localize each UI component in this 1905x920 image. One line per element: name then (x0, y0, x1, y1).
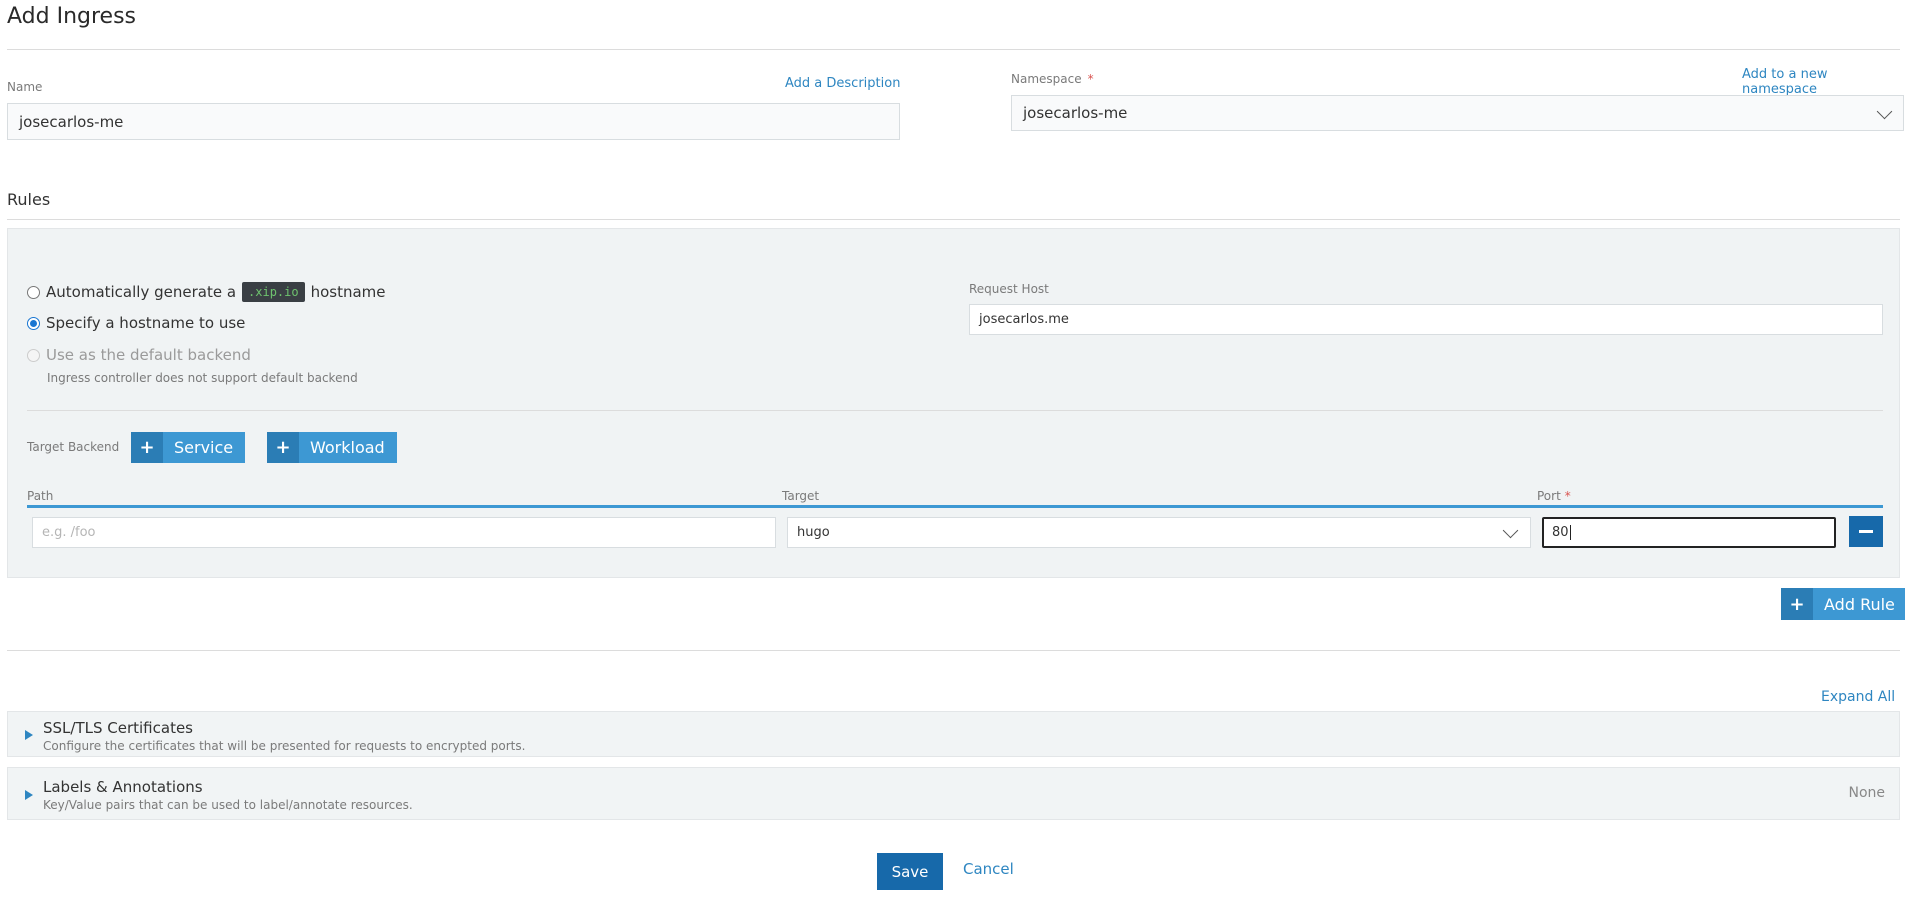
radio-auto-generate[interactable]: Automatically generate a .xip.io hostnam… (27, 282, 386, 302)
text-caret (1569, 525, 1571, 540)
required-mark: * (1087, 72, 1094, 86)
labels-annotations-title: Labels & Annotations (43, 778, 203, 796)
rules-divider (7, 219, 1900, 220)
xip-code-badge: .xip.io (242, 282, 305, 302)
request-host-label: Request Host (969, 282, 1049, 296)
expand-triangle-icon[interactable] (25, 790, 33, 800)
page-title: Add Ingress (7, 4, 137, 29)
radio-auto-label-after: hostname (310, 283, 386, 301)
section-divider (7, 650, 1900, 651)
target-backend-label: Target Backend (27, 440, 120, 454)
default-backend-help: Ingress controller does not support defa… (47, 371, 358, 385)
add-rule-button[interactable]: + Add Rule (1781, 588, 1905, 620)
add-workload-label: Workload (310, 438, 385, 457)
name-input[interactable]: josecarlos-me (7, 103, 900, 140)
add-workload-button[interactable]: + Workload (267, 432, 397, 463)
radio-button-disabled (27, 348, 40, 362)
table-header-underline (27, 505, 1883, 508)
add-service-label: Service (174, 438, 234, 457)
radio-specify-label: Specify a hostname to use (46, 314, 246, 332)
plus-icon: + (267, 432, 299, 463)
port-input-value: 80 (1552, 525, 1569, 540)
path-input[interactable]: e.g. /foo (32, 517, 776, 548)
labels-annotations-section[interactable]: Labels & Annotations Key/Value pairs tha… (7, 767, 1900, 820)
radio-auto-label-before: Automatically generate a (46, 283, 237, 301)
port-column-header: Port * (1537, 489, 1571, 503)
namespace-label: Namespace * (1011, 72, 1094, 86)
path-column-header: Path (27, 489, 54, 503)
chevron-down-icon (1876, 103, 1893, 120)
chevron-down-icon (1502, 522, 1519, 539)
name-label: Name (7, 80, 43, 94)
rules-inner-divider (27, 410, 1883, 411)
add-description-link[interactable]: Add a Description (785, 76, 900, 91)
expand-all-link[interactable]: Expand All (1821, 689, 1895, 705)
namespace-select-value: josecarlos-me (1023, 104, 1128, 122)
target-column-header: Target (782, 489, 820, 503)
header-divider (7, 49, 1900, 50)
port-input[interactable]: 80 (1542, 517, 1836, 548)
radio-default-label: Use as the default backend (46, 346, 251, 364)
add-service-button[interactable]: + Service (131, 432, 246, 463)
required-mark: * (1564, 489, 1571, 503)
labels-annotations-status: None (1848, 785, 1885, 801)
radio-default-backend: Use as the default backend (27, 346, 251, 364)
radio-specify-hostname[interactable]: Specify a hostname to use (27, 314, 245, 332)
ssl-tls-title: SSL/TLS Certificates (43, 719, 193, 737)
save-button[interactable]: Save (877, 853, 943, 890)
namespace-label-text: Namespace (1011, 72, 1082, 86)
ssl-tls-description: Configure the certificates that will be … (43, 739, 526, 753)
radio-button-selected[interactable] (27, 316, 40, 330)
remove-rule-row-button[interactable] (1849, 516, 1883, 547)
port-column-label: Port (1537, 489, 1561, 503)
path-placeholder: e.g. /foo (42, 525, 96, 540)
radio-button[interactable] (27, 285, 40, 299)
add-to-new-namespace-link[interactable]: Add to a new namespace (1742, 67, 1905, 97)
cancel-link[interactable]: Cancel (963, 860, 1014, 878)
add-rule-label: Add Rule (1824, 594, 1895, 614)
request-host-value: josecarlos.me (979, 312, 1069, 327)
labels-annotations-description: Key/Value pairs that can be used to labe… (43, 798, 413, 812)
plus-icon: + (131, 432, 163, 463)
minus-icon (1859, 530, 1873, 533)
target-select-value: hugo (797, 525, 830, 540)
rules-title: Rules (7, 190, 51, 209)
namespace-select[interactable]: josecarlos-me (1011, 95, 1904, 131)
plus-icon: + (1781, 588, 1813, 620)
ssl-tls-section[interactable]: SSL/TLS Certificates Configure the certi… (7, 711, 1900, 757)
expand-triangle-icon[interactable] (25, 730, 33, 740)
request-host-input[interactable]: josecarlos.me (969, 304, 1883, 335)
name-input-value: josecarlos-me (19, 112, 124, 131)
target-select[interactable]: hugo (787, 517, 1531, 548)
